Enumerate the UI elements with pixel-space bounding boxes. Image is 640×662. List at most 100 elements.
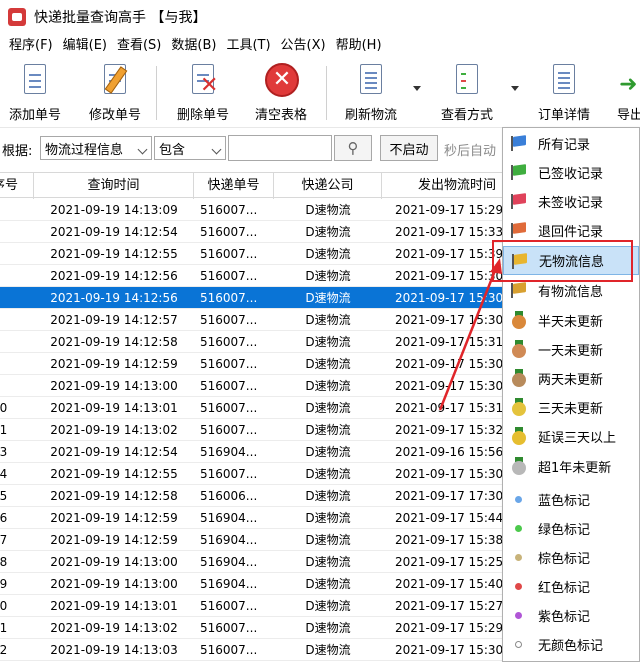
- app-icon: [8, 8, 26, 26]
- order-detail-button[interactable]: 订单详情: [534, 62, 594, 124]
- table-cell: 516007...: [200, 247, 258, 261]
- view-mode-menu-label: 超1年未更新: [538, 461, 612, 476]
- table-cell: 10: [0, 401, 8, 415]
- delete-number-button[interactable]: ✕ 删除单号: [172, 62, 234, 124]
- column-header[interactable]: 序号: [0, 173, 34, 199]
- view-mode-menu-item[interactable]: 紫色标记: [503, 601, 639, 630]
- view-mode-menu-item[interactable]: 一天未更新: [503, 335, 639, 364]
- flag-icon: [510, 192, 528, 210]
- medal-icon: [510, 427, 528, 445]
- view-mode-button[interactable]: 查看方式: [436, 62, 498, 124]
- table-cell: D速物流: [305, 269, 351, 283]
- medal-icon: [510, 311, 528, 329]
- table-cell: 16: [0, 511, 8, 525]
- annotation-highlight-box: [492, 240, 633, 282]
- auto-refresh-toggle-button[interactable]: 不启动: [380, 135, 438, 161]
- view-mode-menu-item[interactable]: 两天未更新: [503, 364, 639, 393]
- table-cell: 6: [0, 309, 34, 331]
- document-icon: [18, 62, 52, 98]
- table-cell: 516007...: [200, 313, 258, 327]
- view-mode-menu-label: 三天未更新: [538, 402, 604, 417]
- table-cell: D速物流: [305, 445, 351, 459]
- table-cell: D速物流: [305, 335, 351, 349]
- view-mode-menu-item[interactable]: 未签收记录: [503, 187, 639, 216]
- table-cell: 22: [0, 643, 8, 657]
- view-mode-menu-item[interactable]: 已签收记录: [503, 158, 639, 187]
- table-cell: 2021-09-19 14:13:01: [50, 401, 178, 415]
- table-cell: D速物流: [305, 313, 351, 327]
- view-mode-menu-label: 棕色标记: [538, 552, 591, 567]
- view-mode-menu-item[interactable]: 红色标记: [503, 572, 639, 601]
- menu-item[interactable]: 程序(F): [4, 34, 58, 58]
- table-cell: 2021-09-19 14:13:02: [50, 423, 178, 437]
- view-mode-menu-item[interactable]: 所有记录: [503, 129, 639, 158]
- dot-icon: [510, 548, 528, 566]
- refresh-document-icon: [354, 62, 388, 98]
- view-mode-menu-item[interactable]: 超1年未更新: [503, 452, 639, 481]
- clear-table-button[interactable]: ✕ 清空表格: [250, 62, 312, 124]
- menu-item[interactable]: 数据(B): [166, 34, 221, 58]
- view-mode-menu-label: 有物流信息: [538, 285, 604, 300]
- filter-field-select[interactable]: 物流过程信息: [40, 136, 152, 160]
- refresh-logistics-button[interactable]: 刷新物流: [340, 62, 402, 124]
- column-header[interactable]: 快递单号: [194, 173, 274, 199]
- view-mode-menu-item[interactable]: 蓝色标记: [503, 485, 639, 514]
- toolbar-separator: [326, 66, 327, 120]
- dot-icon: [510, 606, 528, 624]
- table-cell: 516007...: [200, 621, 258, 635]
- add-number-button[interactable]: 添加单号: [6, 62, 64, 124]
- table-cell: D速物流: [305, 203, 351, 217]
- table-cell: 2021-09-19 14:12:54: [50, 445, 178, 459]
- table-cell: 516006...: [200, 489, 258, 503]
- menu-item[interactable]: 帮助(H): [331, 34, 387, 58]
- edit-number-button[interactable]: 修改单号: [86, 62, 144, 124]
- table-cell: D速物流: [305, 599, 351, 613]
- filter-label: 根据:: [2, 144, 33, 159]
- view-mode-menu-label: 无颜色标记: [538, 639, 604, 654]
- menu-item[interactable]: 查看(S): [112, 34, 166, 58]
- view-mode-menu-item[interactable]: 棕色标记: [503, 543, 639, 572]
- filter-query-input[interactable]: [228, 135, 332, 161]
- search-button[interactable]: ⚲: [334, 135, 372, 161]
- view-mode-menu-label: 退回件记录: [538, 225, 604, 240]
- window-title: 快递批量查询高手 【与我】: [34, 10, 207, 26]
- table-cell: 2021-09-19 14:13:09: [50, 203, 178, 217]
- table-cell: 2021-09-19 14:12:57: [50, 313, 178, 327]
- toolbar-separator: [156, 66, 157, 120]
- view-mode-menu-label: 未签收记录: [538, 196, 604, 211]
- menu-item[interactable]: 公告(X): [276, 34, 331, 58]
- column-header[interactable]: 查询时间: [34, 173, 194, 199]
- table-cell: 516007...: [200, 643, 258, 657]
- flag-icon: [510, 163, 528, 181]
- table-cell: 19: [0, 577, 8, 591]
- table-cell: 14: [0, 467, 8, 481]
- table-cell: 2021-09-19 14:12:55: [50, 247, 178, 261]
- table-cell: 17: [0, 533, 8, 547]
- table-cell: 2: [0, 221, 34, 243]
- table-cell: 9: [0, 375, 34, 397]
- table-cell: 516007...: [200, 357, 258, 371]
- filter-operator-select[interactable]: 包含: [154, 136, 226, 160]
- table-cell: 15: [0, 489, 8, 503]
- menu-bar: 程序(F) 编辑(E) 查看(S) 数据(B) 工具(T) 公告(X) 帮助(H): [0, 34, 640, 58]
- column-header[interactable]: 快递公司: [274, 173, 382, 199]
- view-mode-menu-item[interactable]: 绿色标记: [503, 514, 639, 543]
- view-mode-menu: 所有记录 已签收记录 未签收记录 退回件记录 无物流信息 有物流信息 半天未更新 一天未更新两…: [502, 127, 640, 662]
- view-mode-menu-item[interactable]: 无颜色标记: [503, 630, 639, 659]
- table-cell: 3: [0, 243, 34, 265]
- refresh-dropdown-arrow[interactable]: [413, 86, 421, 91]
- export-button[interactable]: ➜ 导出: [610, 62, 640, 124]
- table-cell: 516904...: [200, 445, 258, 459]
- view-mode-menu-item[interactable]: 半天未更新: [503, 306, 639, 335]
- table-cell: 516007...: [200, 203, 258, 217]
- view-mode-dropdown-arrow[interactable]: [511, 86, 519, 91]
- menu-item[interactable]: 编辑(E): [58, 34, 112, 58]
- view-mode-menu-item[interactable]: 延误三天以上: [503, 422, 639, 451]
- table-cell: 516904...: [200, 555, 258, 569]
- table-cell: 4: [0, 265, 34, 287]
- menu-item[interactable]: 工具(T): [221, 34, 275, 58]
- view-mode-menu-item[interactable]: 三天未更新: [503, 393, 639, 422]
- table-cell: 2021-09-19 14:12:59: [50, 533, 178, 547]
- table-cell: 2021-09-19 14:12:59: [50, 511, 178, 525]
- table-cell: D速物流: [305, 291, 351, 305]
